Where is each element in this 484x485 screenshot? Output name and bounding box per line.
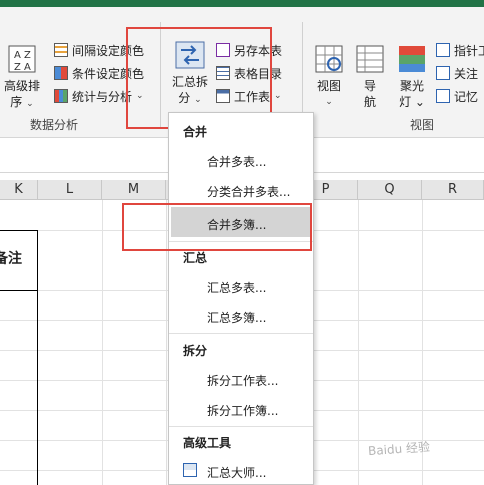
spotlight-label-2: 灯 ⌄ [399,95,425,109]
menu-item-summary-sheets[interactable]: 汇总多表... [207,279,266,296]
memory-button[interactable]: 记忆 [436,86,478,106]
focus-icon [436,66,450,80]
chevron-down-icon: ⌄ [274,91,282,101]
menu-item-category-merge-sheets[interactable]: 分类合并多表... [207,183,290,200]
advanced-sort-label-1: 高级排 [3,79,40,93]
highlight-box-merge-workbooks [122,203,312,251]
pointer-icon [436,43,450,57]
stats-icon [54,89,68,103]
menu-divider [169,426,313,427]
view-button[interactable]: 视图 ⌄ [312,44,346,110]
memory-label: 记忆 [454,89,479,104]
advanced-sort-label-2: 序 [10,95,23,109]
summary-master-icon [183,463,197,477]
menu-section-summary: 汇总 [183,251,208,265]
menu-item-split-worksheet[interactable]: 拆分工作表... [207,372,278,389]
spotlight-label-1: 聚光 [399,79,424,93]
menu-section-split: 拆分 [183,344,208,358]
menu-section-merge: 合并 [183,125,208,139]
sort-az-icon: AZZA [7,44,37,74]
navigation-label-2: 航 [363,95,376,109]
svg-text:Z: Z [24,50,31,61]
menu-item-merge-sheets[interactable]: 合并多表... [207,153,266,170]
navigation-button[interactable]: 导 航 [354,44,386,110]
column-header-r[interactable]: R [422,180,484,200]
view-icon [314,44,344,74]
pointer-tool-label: 指针工 [454,43,484,58]
focus-button[interactable]: 关注 [436,63,478,83]
navigation-grid-icon [355,44,385,74]
spotlight-button[interactable]: 聚光 灯 ⌄ [394,44,430,110]
chevron-down-icon: ⌄ [26,99,34,109]
view-label: 视图 [316,79,341,93]
conditional-color-icon [54,66,68,80]
navigation-label-1: 导 [363,79,376,93]
svg-text:Z: Z [14,62,21,73]
menu-item-summary-workbooks[interactable]: 汇总多簿... [207,309,266,326]
remarks-cell[interactable]: 备注 [0,248,22,268]
pointer-tool-button[interactable]: 指针工 [436,40,484,60]
table-right-border [0,230,38,485]
menu-section-advanced-tools: 高级工具 [183,436,232,450]
svg-text:A: A [14,50,21,61]
column-header-q[interactable]: Q [358,180,422,200]
column-header-k[interactable]: K [0,180,38,200]
svg-text:A: A [24,62,31,73]
menu-item-summary-master[interactable]: 汇总大师... [207,464,266,481]
column-header-l[interactable]: L [38,180,102,200]
stats-analysis-label: 统计与分析 [72,89,133,104]
memory-icon [436,89,450,103]
advanced-sort-button[interactable]: AZZA 高级排 序 ⌄ [2,44,42,112]
merge-split-dropdown: 合并 合并多表... 分类合并多表... 合并多簿... 汇总 汇总多表... … [168,112,314,485]
group-label-view: 视图 [410,118,435,132]
table-shade-icon [54,43,68,57]
menu-item-split-workbook[interactable]: 拆分工作簿... [207,402,278,419]
menu-divider [169,333,313,334]
chevron-down-icon: ⌄ [325,97,333,107]
focus-label: 关注 [454,66,479,81]
column-header-m[interactable]: M [102,180,166,200]
group-label-data-analysis: 数据分析 [30,118,79,132]
spotlight-icon [397,44,427,74]
title-bar-strip [0,0,484,7]
